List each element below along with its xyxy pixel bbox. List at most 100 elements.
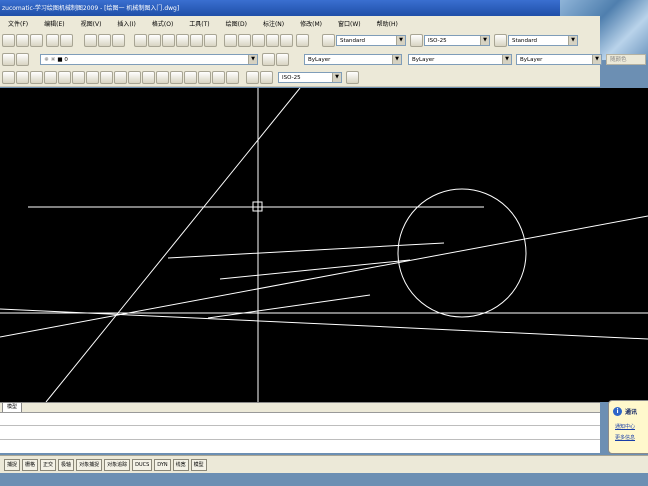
dim-style-icon[interactable]: [410, 34, 423, 47]
table-style-value: Standard: [512, 38, 538, 44]
design-center-icon[interactable]: [238, 34, 251, 47]
multiline-text-icon[interactable]: [226, 71, 239, 84]
dim-style-select[interactable]: ISO-25 ▼: [424, 35, 490, 46]
chevron-down-icon: ▼: [332, 73, 341, 82]
dim-update-icon[interactable]: [246, 71, 259, 84]
menu-help[interactable]: 帮助(H): [369, 19, 406, 28]
new-file-icon[interactable]: [2, 34, 15, 47]
menu-modify[interactable]: 修改(M): [292, 19, 330, 28]
layer-state-icon[interactable]: [16, 53, 29, 66]
draw-dimension-toolbar: ISO-25 ▼: [0, 68, 600, 87]
sheet-set-icon[interactable]: [266, 34, 279, 47]
linetype-value: ByLayer: [412, 57, 435, 63]
polyline-icon[interactable]: [30, 71, 43, 84]
make-layer-current-icon[interactable]: [262, 53, 275, 66]
status-lineweight-toggle[interactable]: 线宽: [172, 458, 189, 471]
chevron-down-icon: ▼: [392, 55, 401, 64]
zoom-realtime-icon[interactable]: [176, 34, 189, 47]
ellipse-icon[interactable]: [128, 71, 141, 84]
table-style-select[interactable]: Standard ▼: [508, 35, 578, 46]
dimension-style-select[interactable]: ISO-25 ▼: [278, 72, 342, 83]
circle-icon[interactable]: [86, 71, 99, 84]
dimension-style-manager-icon[interactable]: [346, 71, 359, 84]
tool-palettes-icon[interactable]: [252, 34, 265, 47]
status-snap-toggle[interactable]: 捕捉: [4, 458, 21, 471]
standard-toolbar: Standard ▼ ISO-25 ▼ Standard ▼: [0, 30, 600, 51]
command-prompt-divider: [0, 439, 600, 440]
status-dyn-toggle[interactable]: DYN: [154, 458, 171, 471]
status-osnap-toggle[interactable]: 对象捕捉: [76, 458, 103, 471]
point-icon[interactable]: [170, 71, 183, 84]
status-otrack-toggle[interactable]: 对象追踪: [104, 458, 131, 471]
dim-style-value: ISO-25: [428, 38, 447, 44]
text-style-icon[interactable]: [322, 34, 335, 47]
menu-edit[interactable]: 编辑(E): [36, 19, 72, 28]
hatch-icon[interactable]: [184, 71, 197, 84]
redo-icon[interactable]: [148, 34, 161, 47]
rectangle-icon[interactable]: [58, 71, 71, 84]
drawing-canvas[interactable]: [0, 88, 648, 402]
lineweight-value: ByLayer: [520, 57, 543, 63]
linetype-select[interactable]: ByLayer ▼: [408, 54, 512, 65]
zoom-window-icon[interactable]: [190, 34, 203, 47]
insert-block-icon[interactable]: [142, 71, 155, 84]
status-model-toggle[interactable]: 模型: [190, 458, 207, 471]
communication-balloon: i 通讯 通知中心 更多信息: [608, 400, 648, 454]
layer-previous-icon[interactable]: [276, 53, 289, 66]
open-file-icon[interactable]: [16, 34, 29, 47]
drawn-circle: [397, 188, 527, 318]
dim-edit-icon[interactable]: [260, 71, 273, 84]
revision-cloud-icon[interactable]: [100, 71, 113, 84]
menu-insert[interactable]: 插入(I): [109, 19, 143, 28]
menu-file[interactable]: 文件(F): [0, 19, 36, 28]
arc-icon[interactable]: [72, 71, 85, 84]
menu-format[interactable]: 格式(O): [144, 19, 181, 28]
layer-value: 0: [64, 57, 68, 63]
undo-icon[interactable]: [134, 34, 147, 47]
menu-tools[interactable]: 工具(T): [181, 19, 217, 28]
balloon-link-notification-center[interactable]: 通知中心: [615, 423, 635, 430]
status-bar: 捕捉 栅格 正交 极轴 对象捕捉 对象追踪 DUCS DYN 线宽 模型: [0, 455, 648, 473]
status-ortho-toggle[interactable]: 正交: [40, 458, 57, 471]
status-grid-toggle[interactable]: 栅格: [22, 458, 39, 471]
menu-window[interactable]: 窗口(W): [330, 19, 369, 28]
cut-icon[interactable]: [84, 34, 97, 47]
layer-select[interactable]: ☼ ☼ ■ 0 ▼: [40, 54, 258, 65]
plot-preview-icon[interactable]: [60, 34, 73, 47]
status-polar-toggle[interactable]: 极轴: [58, 458, 75, 471]
region-icon[interactable]: [198, 71, 211, 84]
drawn-line: [167, 242, 445, 259]
paste-icon[interactable]: [112, 34, 125, 47]
balloon-link-more-info[interactable]: 更多信息: [615, 434, 635, 441]
table-icon[interactable]: [212, 71, 225, 84]
menu-draw[interactable]: 绘图(D): [218, 19, 255, 28]
copy-icon[interactable]: [98, 34, 111, 47]
plot-icon[interactable]: [46, 34, 59, 47]
properties-icon[interactable]: [224, 34, 237, 47]
command-history-divider: [0, 425, 600, 426]
table-style-icon[interactable]: [494, 34, 507, 47]
lineweight-select[interactable]: ByLayer ▼: [516, 54, 602, 65]
info-icon: i: [613, 407, 622, 416]
color-select[interactable]: ByLayer ▼: [304, 54, 402, 65]
polygon-icon[interactable]: [44, 71, 57, 84]
status-ducs-toggle[interactable]: DUCS: [132, 458, 153, 471]
pan-icon[interactable]: [162, 34, 175, 47]
menu-dimension[interactable]: 标注(N): [255, 19, 292, 28]
text-style-select[interactable]: Standard ▼: [336, 35, 406, 46]
zoom-previous-icon[interactable]: [204, 34, 217, 47]
make-block-icon[interactable]: [156, 71, 169, 84]
help-icon[interactable]: [296, 34, 309, 47]
layer-manager-icon[interactable]: [2, 53, 15, 66]
construction-line-icon[interactable]: [16, 71, 29, 84]
line-icon[interactable]: [2, 71, 15, 84]
menu-view[interactable]: 视图(V): [73, 19, 110, 28]
color-value: ByLayer: [308, 57, 331, 63]
markup-icon[interactable]: [280, 34, 293, 47]
plot-style-value: 随颜色: [610, 57, 627, 63]
window-title: zucomatic-学习绘图机械制图2009 - [绘图一 机械制图入门.dwg…: [2, 5, 180, 12]
spline-icon[interactable]: [114, 71, 127, 84]
construction-line-long: [0, 215, 648, 338]
command-line-window[interactable]: [0, 412, 600, 453]
save-icon[interactable]: [30, 34, 43, 47]
